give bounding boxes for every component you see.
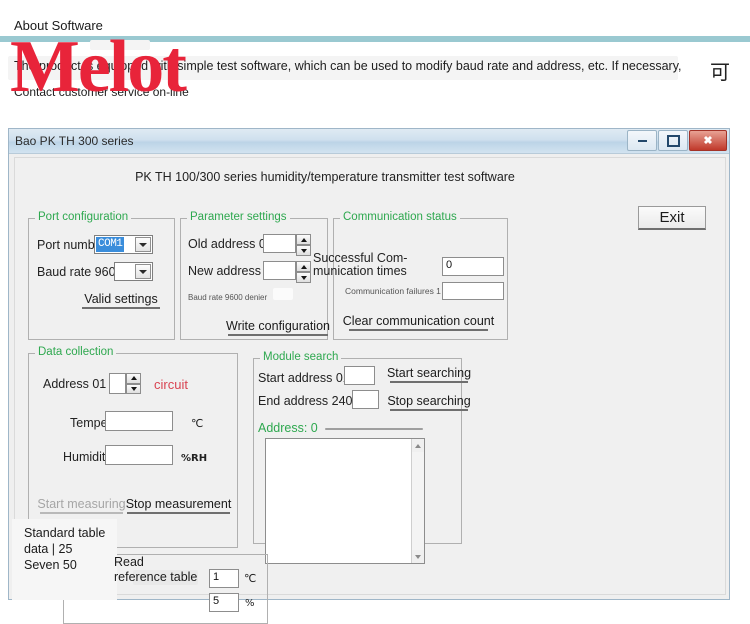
scroll-up-button[interactable] [412,439,424,452]
successful-communication-label: Successful Com-munication times [313,251,408,278]
old-address-spin-down[interactable] [296,245,311,256]
write-configuration-button[interactable]: Write configuration [226,318,330,336]
caret-up-icon [300,264,307,269]
baud-rate-label: Baud rate 9600 [37,265,123,279]
address-result-label: Address: 0 [258,421,318,435]
humidity-input[interactable] [105,445,173,465]
read-reference-table-button[interactable]: Read reference table [114,555,198,585]
clear-communication-count-button[interactable]: Clear communication count [343,313,494,331]
window-titlebar[interactable]: Bao PK TH 300 series ✖ [9,129,729,154]
reference-temperature-unit: ℃ [244,572,257,585]
start-searching-button[interactable]: Start searching [387,365,471,383]
chevron-down-icon [139,269,147,274]
stop-measurement-button[interactable]: Stop measurement [126,496,231,514]
reference-temperature-input[interactable]: 1 [209,569,239,588]
communication-status-title: Communication status [340,211,460,223]
old-address-spinner[interactable] [296,234,311,256]
baud-rate-combo[interactable] [114,262,153,281]
start-address-input[interactable] [344,366,375,385]
old-address-label: Old address 01 [188,237,273,251]
close-button[interactable]: ✖ [689,130,727,151]
standard-table-tooltip: Standard table data | 25 Seven 50 [12,519,117,600]
valid-settings-button[interactable]: Valid settings [82,291,160,309]
caret-down-icon [300,275,307,280]
minimize-icon [637,137,647,142]
maximize-button[interactable] [658,130,688,151]
new-address-spinner[interactable] [296,261,311,283]
port-number-dropdown-arrow[interactable] [135,237,151,252]
results-scrollbar[interactable] [411,439,424,563]
new-address-spin-down[interactable] [296,272,311,283]
caret-up-icon [415,443,421,448]
search-results-listbox[interactable] [265,438,425,564]
chevron-down-icon [139,242,147,247]
address-input[interactable] [109,373,126,394]
reference-humidity-input[interactable]: 5 [209,593,239,612]
page-header: About Software The product is equipped w… [0,0,750,126]
contact-customer-service-link[interactable]: Contact customer service on-line [14,85,194,99]
caret-down-icon [130,386,137,391]
port-configuration-title: Port configuration [35,211,132,223]
decorative-block-1 [90,40,150,50]
end-address-input[interactable] [352,390,379,409]
temperature-unit-label: ℃ [191,417,204,430]
maximize-icon [666,134,680,147]
address-result-underline [325,428,423,430]
humidity-unit-label: %RH [181,453,208,464]
caret-down-icon [300,248,307,253]
temperature-input[interactable] [105,411,173,431]
window-title: Bao PK TH 300 series [15,134,134,148]
baud-rate-dropdown-arrow[interactable] [135,264,151,279]
app-heading: PK TH 100/300 series humidity/temperatur… [135,170,515,184]
new-address-spin-up[interactable] [296,261,311,272]
baud-rate-denier-label: Baud rate 9600 denier [188,293,268,302]
stop-searching-button[interactable]: Stop searching [387,393,471,411]
cjk-character-icon: 可 [710,60,730,84]
caret-up-icon [130,376,137,381]
caret-down-icon [415,554,421,559]
exit-button[interactable]: Exit [638,206,706,230]
port-number-combo[interactable]: COM1 [94,235,153,254]
window-client-area: PK TH 100/300 series humidity/temperatur… [14,157,726,624]
port-number-selected-value: COM1 [96,237,125,252]
module-search-title: Module search [260,351,342,363]
denier-decorative-field [273,288,293,300]
data-collection-title: Data collection [35,346,117,358]
old-address-spin-up[interactable] [296,234,311,245]
old-address-input[interactable] [263,234,296,253]
address-label: Address 01 [43,377,107,391]
communication-failures-input[interactable] [442,282,504,300]
communication-failures-label: Communication failures 1 [345,286,441,296]
address-spin-down[interactable] [126,383,141,394]
about-software-title: About Software [14,18,103,33]
minimize-button[interactable] [627,130,657,151]
scroll-down-button[interactable] [412,550,424,563]
address-spin-up[interactable] [126,373,141,384]
start-measuring-button[interactable]: Start measuring [37,496,126,514]
new-address-input[interactable] [263,261,296,280]
start-address-label: Start address 01 [258,371,350,385]
caret-up-icon [300,237,307,242]
close-icon: ✖ [703,135,713,147]
end-address-label: End address 240 [258,394,353,408]
window-controls: ✖ [626,130,727,151]
circuit-label: circuit [154,377,188,392]
software-description: The product is equipped with simple test… [14,59,682,73]
successful-communication-input[interactable]: 0 [442,257,504,276]
address-spinner[interactable] [126,373,141,394]
parameter-settings-title: Parameter settings [187,211,290,223]
